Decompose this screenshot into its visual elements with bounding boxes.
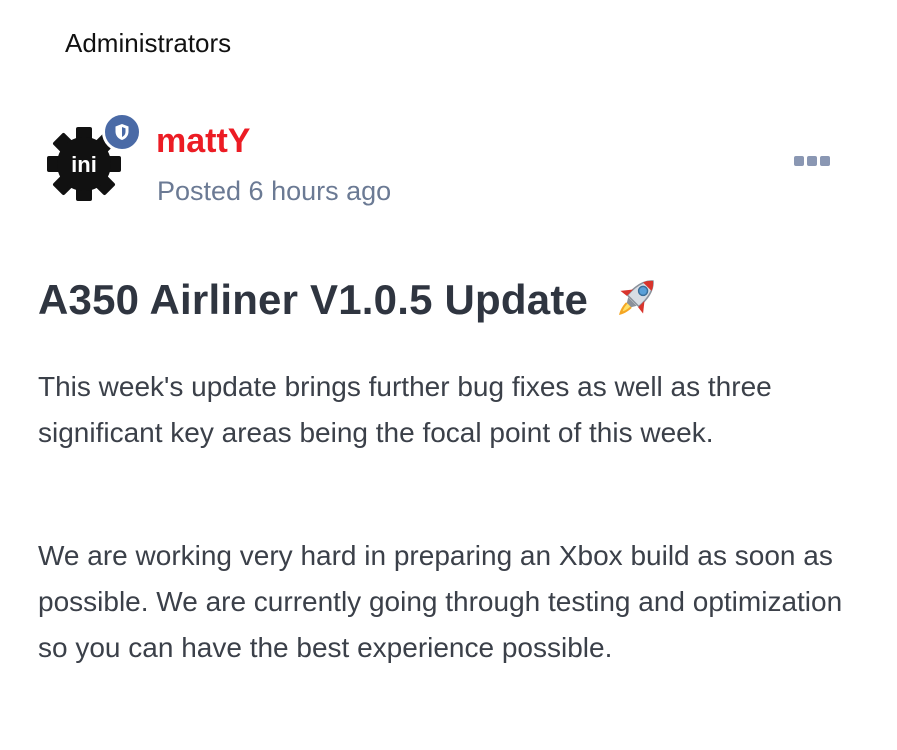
post-author: ini mattY Posted 6 hours ago [46,110,876,220]
post-timestamp[interactable]: Posted 6 hours ago [157,176,391,207]
shield-icon [102,112,142,152]
more-options-icon[interactable] [794,156,830,166]
rocket-icon [610,272,662,334]
post-title: A350 Airliner V1.0.5 Update [38,272,662,334]
post-paragraph: This week's update brings further bug fi… [38,371,772,448]
group-label: Administrators [65,28,232,58]
post-paragraph: We are working very hard in preparing an… [38,540,843,663]
avatar-text: ini [71,152,97,177]
post-title-text: A350 Airliner V1.0.5 Update [38,276,589,324]
author-username[interactable]: mattY [156,122,250,161]
